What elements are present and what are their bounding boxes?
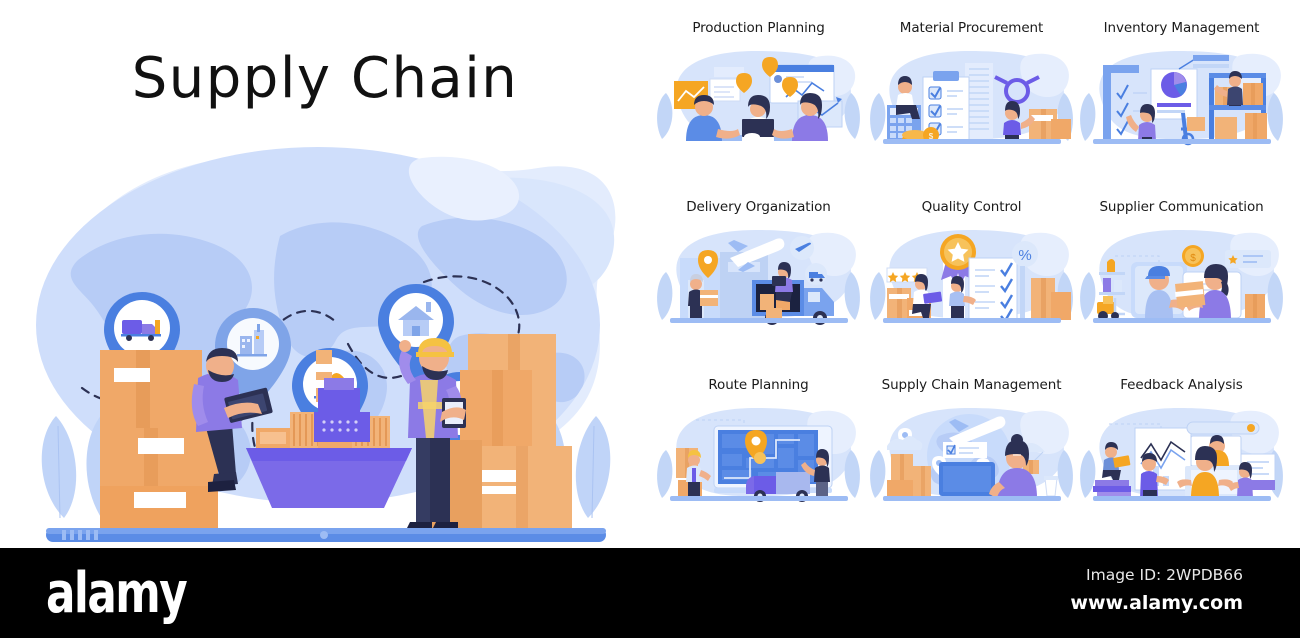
- truck-badge: [805, 263, 827, 285]
- alamy-logo: alamy: [46, 561, 188, 626]
- svg-text:%: %: [1018, 247, 1031, 264]
- card-inventory-management[interactable]: Inventory Management: [1075, 20, 1288, 153]
- card-supplier-communication[interactable]: Supplier Communication $: [1075, 199, 1288, 332]
- plane-badge: [790, 236, 814, 260]
- card-label: Route Planning: [708, 377, 809, 393]
- card-delivery-organization[interactable]: Delivery Organization: [652, 199, 865, 332]
- image-id-text: Image ID: 2WPDB66: [1086, 566, 1243, 584]
- card-illustration-delivery-organization: [652, 222, 865, 332]
- card-material-procurement[interactable]: Material Procurement $: [865, 20, 1078, 153]
- card-quality-control[interactable]: Quality Control %: [865, 199, 1078, 332]
- books-stack: [1093, 480, 1131, 498]
- card-illustration-supplier-communication: $: [1075, 222, 1288, 332]
- card-illustration-quality-control: %: [865, 222, 1078, 332]
- card-illustration-inventory-management: [1075, 43, 1288, 153]
- review-card: [1225, 250, 1271, 268]
- coffee-cup: [1044, 476, 1058, 497]
- card-illustration-route-planning: [652, 400, 865, 510]
- card-label: Delivery Organization: [686, 199, 831, 215]
- percent-badge: %: [1012, 241, 1038, 267]
- box-stack-left: [100, 350, 218, 528]
- page-title: Supply Chain: [131, 46, 519, 111]
- card-illustration-feedback-analysis: [1075, 400, 1288, 510]
- ground-bar: [46, 528, 606, 542]
- card-illustration-supply-chain-management: [865, 400, 1078, 510]
- card-illustration-material-procurement: $: [865, 43, 1078, 153]
- status-card: [943, 442, 987, 458]
- coin-icon: $: [1182, 245, 1204, 267]
- card-label: Feedback Analysis: [1120, 377, 1243, 393]
- card-supply-chain-management[interactable]: Supply Chain Management: [865, 377, 1078, 510]
- card-production-planning[interactable]: Production Planning: [652, 20, 865, 153]
- desktop-monitor: [939, 462, 995, 500]
- card-route-planning[interactable]: Route Planning: [652, 377, 865, 510]
- card-illustration-production-planning: [652, 43, 865, 153]
- card-label: Quality Control: [921, 199, 1022, 215]
- hero-illustration: [18, 140, 634, 542]
- pie-chart: [1161, 72, 1187, 98]
- card-label: Supplier Communication: [1099, 199, 1264, 215]
- infographic-stage: Supply Chain Production Planning Materia…: [0, 0, 1300, 638]
- alamy-url-text: www.alamy.com: [1070, 592, 1243, 614]
- card-label: Material Procurement: [899, 20, 1044, 36]
- boxes-right-small: [1245, 294, 1265, 318]
- card-feedback-analysis[interactable]: Feedback Analysis: [1075, 377, 1288, 510]
- alamy-watermark-bar: alamy Image ID: 2WPDB66 www.alamy.com: [0, 548, 1300, 638]
- card-label: Supply Chain Management: [881, 377, 1062, 393]
- checklist-panel: [968, 257, 1018, 324]
- card-label: Inventory Management: [1103, 20, 1260, 36]
- card-label: Production Planning: [692, 20, 825, 36]
- search-bar: [1186, 421, 1260, 435]
- hero-panel: Supply Chain: [0, 0, 650, 545]
- svg-text:$: $: [1190, 253, 1196, 264]
- concept-card-grid: Production Planning Material Procurement…: [650, 0, 1300, 545]
- handover-parcel: [1175, 281, 1206, 308]
